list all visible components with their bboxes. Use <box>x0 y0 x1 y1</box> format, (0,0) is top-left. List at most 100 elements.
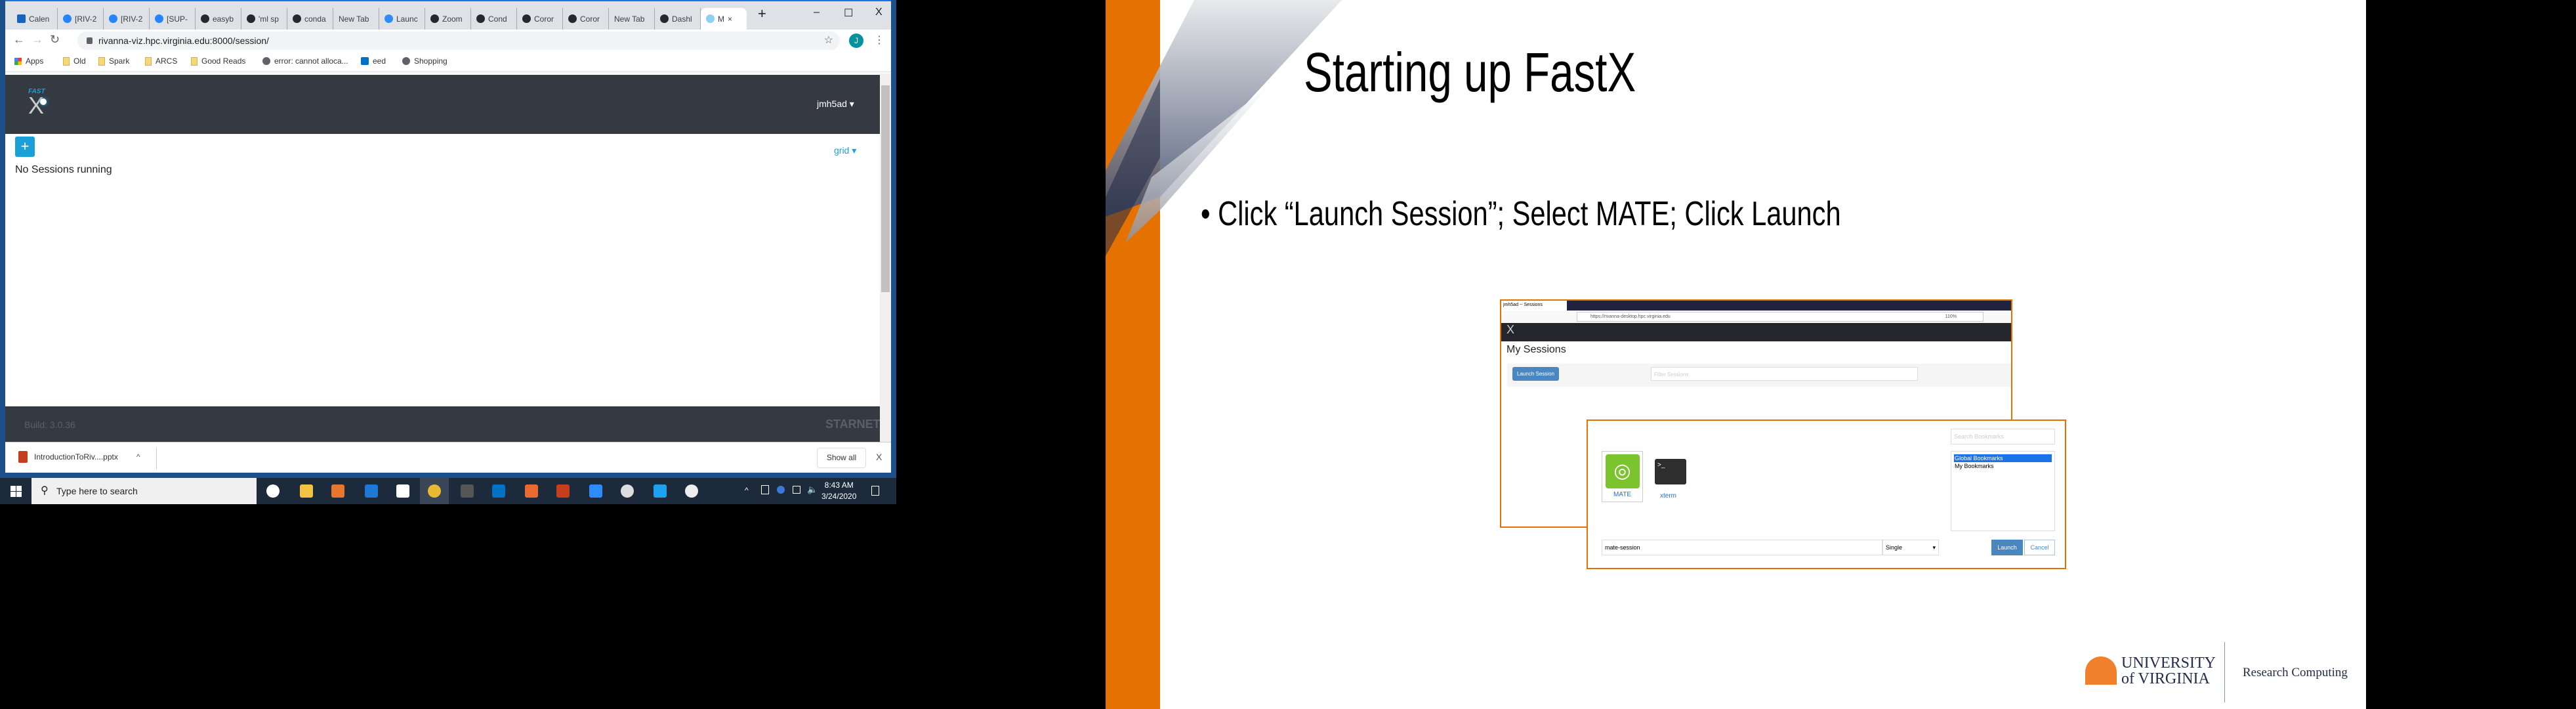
bookmark-item[interactable]: Shopping <box>402 56 447 66</box>
globe-icon <box>568 14 577 23</box>
view-dropdown[interactable]: grid ▾ <box>834 145 856 156</box>
browser-tab[interactable]: Cond <box>471 8 517 30</box>
build-version: Build: 3.0.36 <box>24 419 75 430</box>
bookmark-item[interactable]: Good Reads <box>191 56 245 66</box>
fastx-icon <box>706 14 715 23</box>
tab-label: New Tab <box>339 14 369 24</box>
inset-app-mate: ◎ MATE <box>1602 451 1643 502</box>
add-session-button[interactable]: + <box>15 137 35 157</box>
slack-icon[interactable] <box>685 484 698 498</box>
browser-tab[interactable]: Launc <box>379 8 425 30</box>
bookmark-item[interactable]: Old <box>63 56 86 66</box>
maximize-button[interactable]: ☐ <box>844 7 853 20</box>
outlook-icon[interactable] <box>492 484 505 498</box>
minimize-button[interactable]: – <box>814 7 820 18</box>
browser-tab[interactable]: Zoom <box>425 8 471 30</box>
browser-tab[interactable]: conda <box>287 8 333 30</box>
bookmark-item[interactable]: ARCS <box>145 56 177 66</box>
lock-icon <box>87 37 93 44</box>
browser-tab[interactable]: New Tab <box>609 8 655 30</box>
media-player-icon[interactable] <box>331 484 344 498</box>
search-placeholder: Type here to search <box>56 486 138 496</box>
browser-tab[interactable]: Calen <box>12 8 58 30</box>
settings-icon[interactable] <box>621 484 634 498</box>
taskbar: ⚲ Type here to search ^ 🔈 8:43 AM 3/24/2… <box>0 478 896 504</box>
bookmark-mine: My Bookmarks <box>1955 463 1994 469</box>
chrome-icon[interactable] <box>428 484 441 498</box>
user-menu[interactable]: jmh5ad ▾ <box>817 98 854 110</box>
bookmark-item[interactable]: Spark <box>98 56 129 66</box>
browser-tab[interactable]: Coror <box>517 8 563 30</box>
fastx-header: FAST X jmh5ad ▾ <box>5 75 880 134</box>
avatar[interactable]: J <box>849 33 863 48</box>
app-icon[interactable] <box>525 484 538 498</box>
inset-search-bookmarks: Search Bookmarks <box>1951 429 2055 444</box>
browser-tab[interactable]: [RIV-2 <box>104 8 150 30</box>
edge-icon[interactable] <box>365 484 378 498</box>
download-item[interactable]: IntroductionToRiv....pptx ^ <box>18 451 140 463</box>
outlook-icon <box>361 57 369 65</box>
scrollbar-thumb[interactable] <box>881 85 890 292</box>
folder-icon <box>145 56 152 66</box>
onedrive-icon[interactable] <box>777 486 785 494</box>
menu-icon[interactable]: ⋮ <box>874 33 884 47</box>
notifications-icon[interactable] <box>871 486 879 496</box>
start-button[interactable] <box>10 486 22 497</box>
tray-expand-icon[interactable]: ^ <box>745 486 749 495</box>
back-icon[interactable]: ← <box>13 33 25 47</box>
department-name: Research Computing <box>2243 666 2348 679</box>
volume-muted-icon[interactable]: 🔈 <box>807 484 818 495</box>
tab-label: New Tab <box>614 14 645 24</box>
tab-label: [RIV-2 <box>121 14 143 24</box>
scrollbar[interactable] <box>880 74 891 442</box>
address-bar[interactable]: rivanna-viz.hpc.virginia.edu:8000/sessio… <box>77 32 840 50</box>
zoom-icon[interactable] <box>589 484 602 498</box>
twitter-icon[interactable] <box>654 484 667 498</box>
inset-tabbar: jmh5ad -- Sessions <box>1501 301 2011 311</box>
search-box[interactable]: ⚲ Type here to search <box>31 478 257 504</box>
jira-icon <box>63 14 72 23</box>
globe-icon <box>660 14 669 23</box>
store-icon[interactable] <box>396 484 409 498</box>
cortana-icon[interactable] <box>266 484 280 498</box>
bookmark-item[interactable]: eed <box>361 56 386 66</box>
clock[interactable]: 8:43 AM 3/24/2020 <box>821 480 856 502</box>
clock-date: 3/24/2020 <box>821 492 857 501</box>
tab-label: conda <box>304 14 326 24</box>
browser-tab[interactable]: 'ml sp <box>241 8 287 30</box>
battery-icon[interactable] <box>793 486 800 494</box>
browser-tab[interactable]: Dashl <box>655 8 701 30</box>
globe-icon <box>262 57 270 65</box>
terminal-icon[interactable] <box>461 484 474 498</box>
browser-tab[interactable]: [RIV-2 <box>58 8 104 30</box>
close-tab-icon[interactable]: × <box>728 14 732 24</box>
github-icon <box>476 14 485 23</box>
browser-tab[interactable]: M × <box>701 8 747 30</box>
tab-label: 'ml sp <box>259 14 279 24</box>
forward-icon[interactable]: → <box>31 33 43 47</box>
close-window-button[interactable]: X <box>875 7 883 18</box>
reload-icon[interactable]: ↻ <box>50 33 60 47</box>
new-tab-button[interactable]: + <box>758 5 766 22</box>
tab-label: [RIV-2 <box>75 14 97 24</box>
bullet-text: Click “Launch Session”; Select MATE; Cli… <box>1218 195 1841 233</box>
inset-command-input: mate-session <box>1602 540 1882 555</box>
browser-tab[interactable]: easyb <box>196 8 241 30</box>
browser-tab[interactable]: Coror <box>563 8 609 30</box>
network-icon[interactable] <box>761 485 769 494</box>
bookmark-item[interactable]: error: cannot alloca... <box>262 56 348 66</box>
bookmark-item[interactable]: Apps <box>14 56 43 66</box>
star-icon[interactable]: ☆ <box>824 32 833 50</box>
browser-tab[interactable]: [SUP- <box>150 8 196 30</box>
bookmark-label: Good Reads <box>201 56 246 66</box>
bookmark-label: ARCS <box>156 56 178 66</box>
bookmark-label: eed <box>373 56 386 66</box>
github-icon <box>293 14 301 23</box>
browser-tab[interactable]: New Tab <box>333 8 379 30</box>
powerpoint-icon[interactable] <box>556 484 570 498</box>
close-download-bar-button[interactable]: X <box>876 452 882 462</box>
tab-label: Launc <box>396 14 418 24</box>
show-all-button[interactable]: Show all <box>817 448 866 468</box>
chevron-up-icon[interactable]: ^ <box>136 452 140 462</box>
file-explorer-icon[interactable] <box>300 484 313 498</box>
